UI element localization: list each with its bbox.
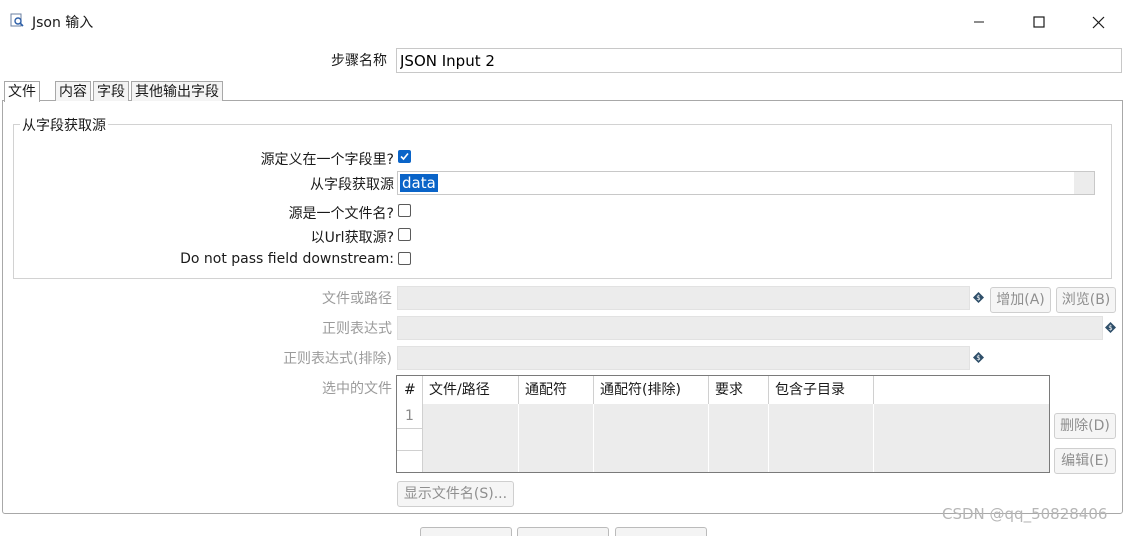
column-header-file-path[interactable]: 文件/路径 bbox=[423, 376, 519, 404]
regex-exclude-input[interactable] bbox=[397, 346, 970, 370]
column-header-include-subfolders[interactable]: 包含子目录 bbox=[769, 376, 874, 404]
svg-text:$: $ bbox=[976, 354, 980, 362]
is-filename-checkbox[interactable] bbox=[398, 204, 411, 217]
selected-files-label: 选中的文件 bbox=[322, 381, 392, 397]
column-header-filler bbox=[874, 376, 1049, 404]
variable-icon: $ bbox=[973, 292, 984, 303]
add-button[interactable]: 增加(A) bbox=[990, 287, 1051, 313]
tab-additional-output-fields[interactable]: 其他输出字段 bbox=[131, 81, 223, 101]
source-field-combo[interactable]: data bbox=[397, 171, 1095, 195]
column-header-wildcard-exclude[interactable]: 通配符(排除) bbox=[594, 376, 709, 404]
checkmark-icon bbox=[400, 152, 409, 161]
source-in-field-checkbox[interactable] bbox=[398, 150, 411, 163]
window-title: Json 输入 bbox=[32, 15, 94, 31]
table-row-index-empty[interactable] bbox=[397, 450, 423, 472]
close-button[interactable] bbox=[1075, 8, 1121, 36]
selected-files-table[interactable]: # 文件/路径 通配符 通配符(排除) 要求 包含子目录 1 bbox=[396, 375, 1050, 473]
column-divider bbox=[708, 404, 709, 472]
from-url-label: 以Url获取源? bbox=[310, 230, 394, 246]
tab-fields[interactable]: 字段 bbox=[93, 81, 129, 101]
bottom-button[interactable] bbox=[420, 527, 512, 536]
regex-label: 正则表达式 bbox=[322, 321, 392, 337]
column-header-required[interactable]: 要求 bbox=[709, 376, 769, 404]
is-filename-label: 源是一个文件名? bbox=[288, 206, 394, 222]
tab-content[interactable]: 内容 bbox=[55, 81, 91, 101]
svg-text:$: $ bbox=[976, 294, 980, 302]
source-field-value: data bbox=[400, 174, 438, 192]
minimize-icon bbox=[974, 21, 984, 23]
regex-input[interactable] bbox=[397, 316, 1103, 340]
maximize-button[interactable] bbox=[1016, 8, 1062, 36]
column-divider bbox=[593, 404, 594, 472]
title-bar: Json 输入 bbox=[0, 0, 1127, 44]
source-field-label: 从字段获取源 bbox=[310, 177, 394, 193]
delete-button[interactable]: 删除(D) bbox=[1054, 413, 1116, 439]
step-name-input[interactable] bbox=[396, 48, 1122, 73]
column-divider bbox=[873, 404, 874, 472]
column-divider bbox=[518, 404, 519, 472]
variable-icon: $ bbox=[1105, 322, 1116, 333]
bottom-button[interactable] bbox=[615, 527, 707, 536]
close-icon bbox=[1092, 16, 1104, 28]
column-divider bbox=[768, 404, 769, 472]
column-header-index[interactable]: # bbox=[397, 376, 423, 404]
file-or-directory-label: 文件或路径 bbox=[322, 291, 392, 307]
do-not-pass-field-label: Do not pass field downstream: bbox=[180, 251, 394, 267]
group-title: 从字段获取源 bbox=[20, 115, 108, 135]
variable-icon: $ bbox=[973, 352, 984, 363]
watermark: CSDN @qq_50828406 bbox=[942, 505, 1108, 523]
edit-button[interactable]: 编辑(E) bbox=[1054, 448, 1116, 474]
json-input-app-icon bbox=[10, 13, 24, 27]
source-in-field-label: 源定义在一个字段里? bbox=[260, 152, 394, 168]
show-filenames-button[interactable]: 显示文件名(S)... bbox=[397, 481, 514, 507]
from-url-checkbox[interactable] bbox=[398, 228, 411, 241]
tab-file[interactable]: 文件 bbox=[4, 81, 40, 102]
combo-dropdown-button[interactable] bbox=[1074, 172, 1094, 194]
table-row-index-empty[interactable] bbox=[397, 428, 423, 450]
do-not-pass-field-checkbox[interactable] bbox=[398, 252, 411, 265]
svg-text:$: $ bbox=[1108, 324, 1112, 332]
step-name-label: 步骤名称 bbox=[331, 53, 387, 69]
maximize-icon bbox=[1033, 16, 1045, 28]
file-or-directory-input[interactable] bbox=[397, 286, 970, 310]
regex-exclude-label: 正则表达式(排除) bbox=[283, 351, 392, 367]
minimize-button[interactable] bbox=[956, 8, 1002, 36]
bottom-button[interactable] bbox=[517, 527, 609, 536]
browse-button[interactable]: 浏览(B) bbox=[1056, 287, 1116, 313]
table-row-index[interactable]: 1 bbox=[397, 404, 423, 428]
column-header-wildcard[interactable]: 通配符 bbox=[519, 376, 594, 404]
